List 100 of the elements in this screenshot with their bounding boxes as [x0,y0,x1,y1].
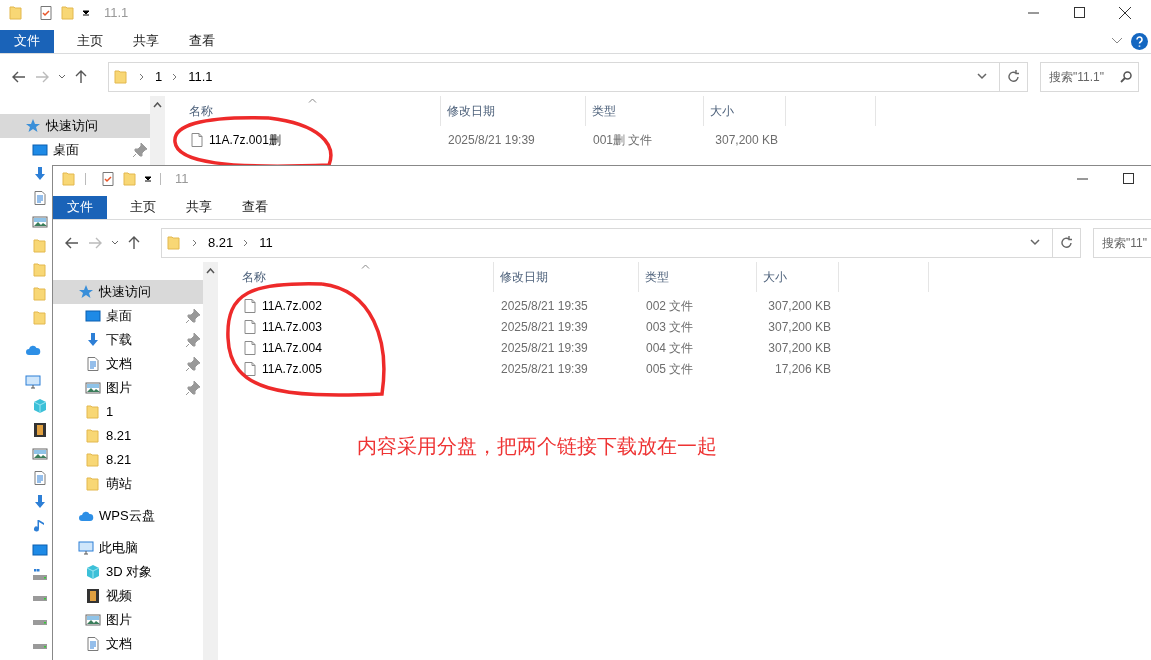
pin-icon [185,356,201,372]
date-cell: 2025/8/21 19:39 [501,340,588,355]
size-cell-text: 307,200 KB [768,318,831,336]
chevron-down-icon[interactable] [58,73,66,80]
dropdown-icon[interactable] [144,174,152,183]
picture-icon [32,214,48,230]
nav-item[interactable]: 8.21 [53,424,203,448]
folder-icon [85,428,101,444]
address-bar[interactable]: 8.21 11 [161,227,1081,258]
breadcrumb[interactable]: 1 [155,66,163,87]
chevron-down-icon[interactable] [111,239,119,246]
file-name[interactable]: 11A.7z.003 [262,317,322,336]
date-cell: 2025/8/21 19:39 [448,132,535,147]
column-header[interactable]: 名称 [224,268,266,286]
maximize-icon[interactable] [1122,173,1134,184]
nav-item[interactable]: 下载 [53,328,203,352]
nav-item[interactable]: 视频 [53,584,203,608]
star-icon [25,118,41,134]
scroll-up-icon[interactable] [206,268,215,274]
file-name[interactable]: 11A.7z.004 [262,338,322,357]
nav-item[interactable]: 文档 [53,352,203,376]
search-icon[interactable] [1120,70,1132,83]
nav-item[interactable]: 图片 [53,608,203,632]
date-cell: 2025/8/21 19:39 [501,319,588,334]
refresh-icon[interactable] [1060,236,1073,249]
column-header[interactable]: 类型 [592,102,616,120]
nav-item[interactable]: 8.21 [53,448,203,472]
ribbon-tab[interactable]: 文件 [53,195,107,219]
search-field[interactable]: 搜索"11.1" [1040,61,1139,92]
monitor-icon [32,142,48,158]
breadcrumb[interactable]: 11 [259,232,273,253]
column-header[interactable]: 修改日期 [447,102,495,120]
folder-icon [85,404,101,420]
nav-item[interactable]: 文档 [53,632,203,656]
nav-item[interactable]: 桌面 [53,304,203,328]
file-icon [242,360,258,377]
drive-icon [33,568,47,580]
column-header[interactable]: 名称 [171,102,213,120]
download-icon [85,332,101,348]
address-bar[interactable]: 1 11.1 [108,61,1028,92]
column-header[interactable]: 类型 [645,268,669,286]
nav-item[interactable]: 图片 [53,376,203,400]
ribbon-tab[interactable]: 主页 [64,29,116,53]
chevron-down-icon[interactable] [1111,37,1123,45]
ribbon-tab[interactable]: 文件 [0,29,54,53]
close-icon[interactable] [1119,6,1131,19]
up-arrow-icon[interactable] [75,69,87,84]
maximize-icon[interactable] [1073,7,1085,18]
breadcrumb[interactable]: 11.1 [188,66,213,87]
column-header[interactable]: 修改日期 [500,268,548,286]
ribbon-tab[interactable]: 主页 [117,195,169,219]
breadcrumb[interactable]: 8.21 [208,232,234,253]
search-field[interactable]: 搜索"11" [1093,227,1151,258]
folder-icon [32,310,48,326]
sort-caret-icon [308,98,317,103]
file-name[interactable]: 11A.7z.005 [262,359,322,378]
file-icon [189,131,205,148]
ribbon-tab[interactable]: 查看 [176,29,228,53]
nav-item[interactable]: 3D 对象 [53,560,203,584]
film-icon [32,422,48,438]
type-cell: 001删 文件 [593,132,653,147]
ribbon-tab[interactable]: 查看 [229,195,281,219]
column-header[interactable]: 大小 [763,268,787,286]
folder-icon [8,4,24,21]
folder-icon [85,452,101,468]
scrollbar[interactable] [203,262,218,660]
file-name[interactable]: 11A.7z.002 [262,296,322,315]
scroll-up-icon[interactable] [153,102,162,108]
nav-item[interactable]: WPS云盘 [53,504,203,528]
size-cell-text: 307,200 KB [768,297,831,315]
nav-item[interactable]: 萌站 [53,472,203,496]
ribbon-tab[interactable]: 共享 [120,29,172,53]
film-icon [85,588,101,604]
column-header[interactable]: 大小 [710,102,734,120]
size-cell-text: 307,200 KB [715,131,778,149]
refresh-icon[interactable] [1007,70,1020,83]
nav-item[interactable]: 此电脑 [53,536,203,560]
dropdown-icon[interactable] [82,8,90,17]
download-icon [32,166,48,182]
back-arrow-icon[interactable] [65,236,79,249]
ribbon-tab[interactable]: 共享 [173,195,225,219]
file-name[interactable]: 11A.7z.001删 [209,130,281,149]
nav-item[interactable]: 1 [53,400,203,424]
folder-icon [32,286,48,302]
nav-item[interactable]: 快速访问 [53,280,203,304]
star-icon [78,284,94,300]
help-icon[interactable] [1131,32,1148,50]
folder-icon [85,476,101,492]
type-cell: 004 文件 [646,340,694,355]
annotation-text: 内容采用分盘，把两个链接下载放在一起 [357,435,717,457]
nav-item[interactable]: 桌面 [0,138,150,162]
chevron-down-icon[interactable] [1030,239,1040,246]
up-arrow-icon[interactable] [128,235,140,250]
back-arrow-icon[interactable] [12,70,26,83]
chevron-down-icon[interactable] [977,73,987,80]
window-title: 11.1 [104,3,129,22]
folder-icon [61,170,77,187]
monitor-icon [85,308,101,324]
folder-icon [60,4,76,21]
nav-item[interactable]: 快速访问 [0,114,150,138]
